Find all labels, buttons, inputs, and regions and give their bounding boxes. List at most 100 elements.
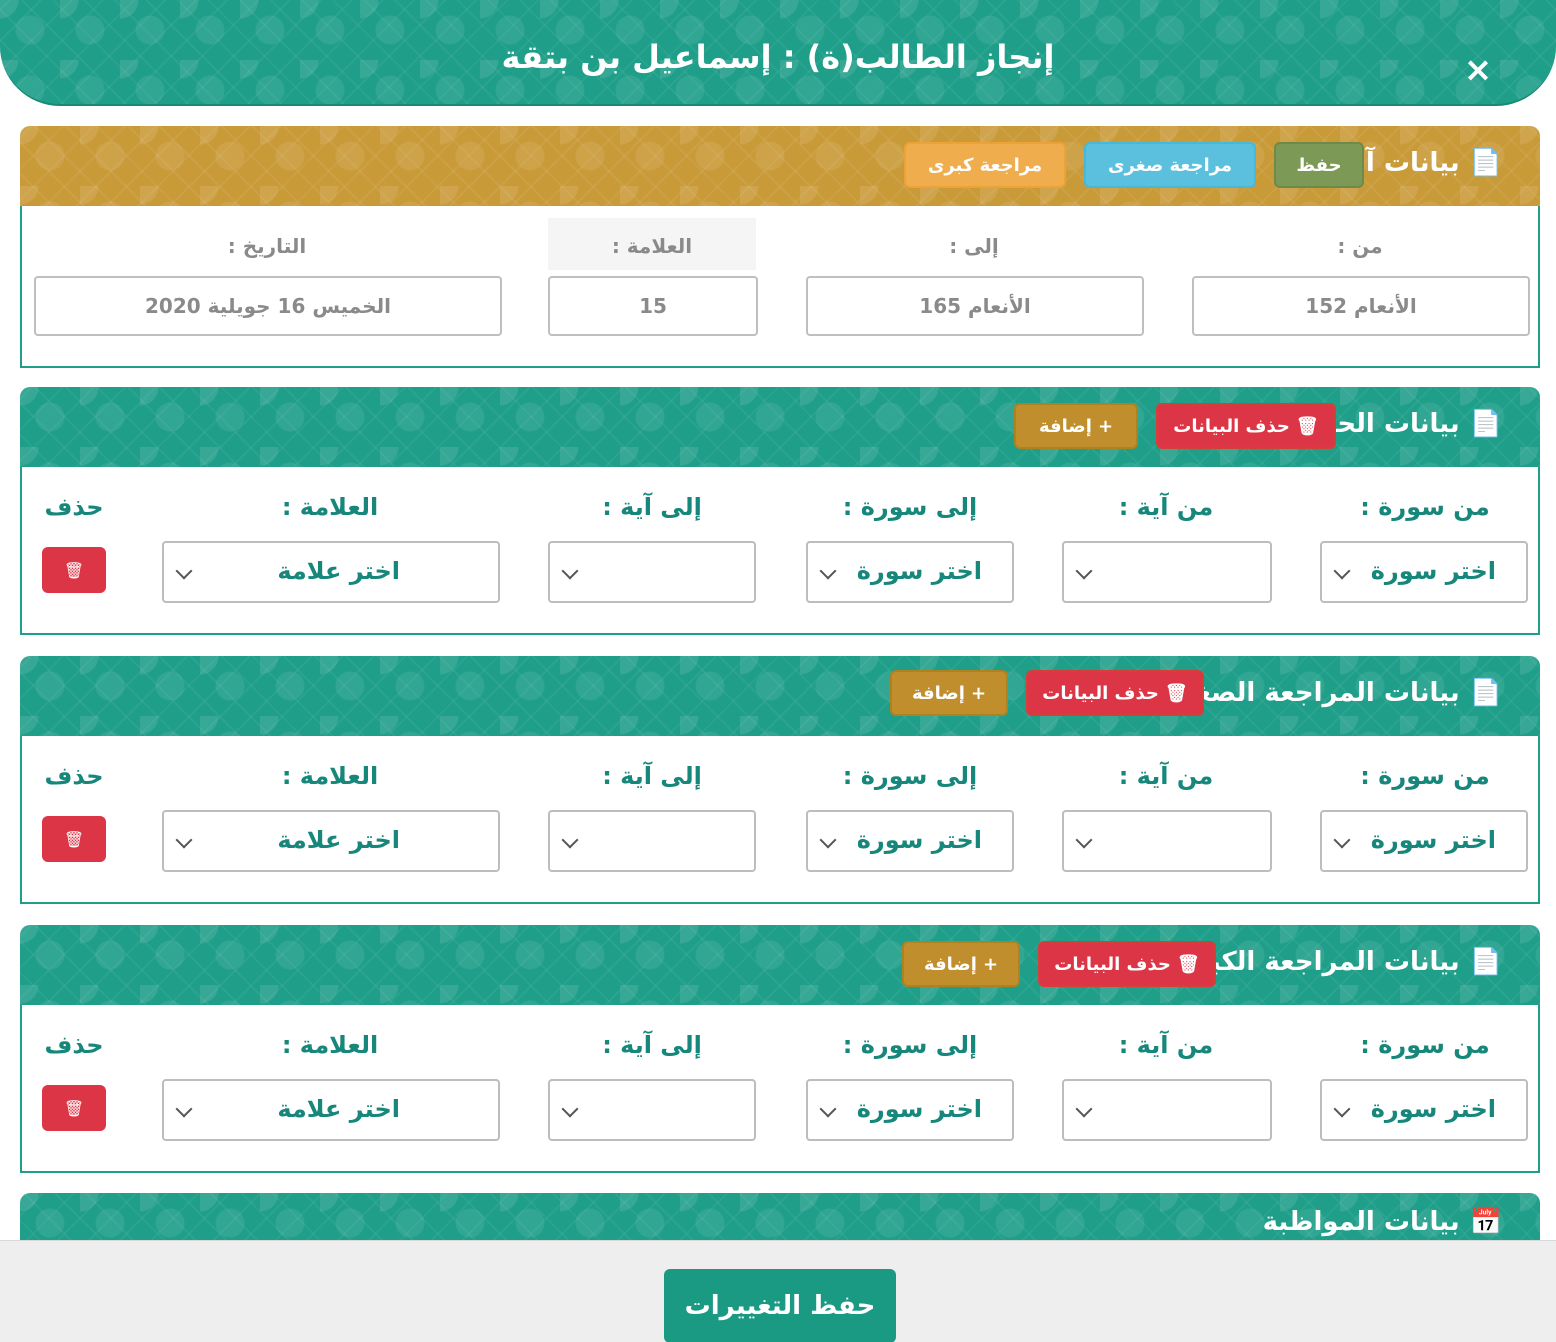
grade-select[interactable]: اختر علامة bbox=[162, 1079, 500, 1141]
trash-icon: 🗑 bbox=[63, 1098, 85, 1118]
to-sura-value: اختر سورة bbox=[856, 557, 982, 585]
trash-icon: 🗑 bbox=[63, 560, 85, 580]
modal-title: إنجاز الطالب(ة) : إسماعيل بن بتقة bbox=[501, 38, 1055, 76]
to-sura-select[interactable]: اختر سورة bbox=[806, 1079, 1014, 1141]
chevron-down-icon bbox=[819, 1100, 837, 1118]
hifz-header: 📄 بيانات الحفظ 🗑 حذف البيانات + إضافة bbox=[20, 387, 1540, 467]
grade-label: العلامة : bbox=[281, 762, 379, 790]
grade-select[interactable]: اختر علامة bbox=[162, 541, 500, 603]
chevron-down-icon bbox=[175, 831, 193, 849]
grade-select[interactable]: اختر علامة bbox=[162, 810, 500, 872]
to-sura-label: إلى سورة : bbox=[842, 1031, 978, 1059]
to-label: إلى : bbox=[949, 234, 999, 258]
minor-review-body: من سورة : من آية : إلى سورة : إلى آية : … bbox=[20, 736, 1540, 904]
to-sura-label: إلى سورة : bbox=[842, 762, 978, 790]
save-changes-button[interactable]: حفظ التغييرات bbox=[664, 1269, 896, 1342]
chevron-down-icon bbox=[1075, 1100, 1093, 1118]
from-sura-select[interactable]: اختر سورة bbox=[1320, 810, 1528, 872]
hifz-add-label: إضافة bbox=[1038, 415, 1092, 437]
plus-icon: + bbox=[982, 953, 999, 975]
minor-add-label: إضافة bbox=[911, 682, 965, 704]
trash-icon: 🗑 bbox=[1176, 953, 1200, 975]
from-label: من : bbox=[1337, 234, 1383, 258]
to-sura-label: إلى سورة : bbox=[842, 493, 978, 521]
grade-label: العلامة : bbox=[281, 493, 379, 521]
attendance-title: 📅 بيانات المواظبة bbox=[1263, 1207, 1502, 1237]
date-value: الخميس 16 جويلية 2020 bbox=[34, 276, 502, 336]
major-review-title: 📄 بيانات المراجعة الكبرى bbox=[1171, 947, 1502, 977]
to-sura-select[interactable]: اختر سورة bbox=[806, 810, 1014, 872]
from-sura-label: من سورة : bbox=[1360, 762, 1490, 790]
from-aya-select[interactable] bbox=[1062, 1079, 1272, 1141]
chevron-down-icon bbox=[1333, 562, 1351, 580]
delete-label: حذف bbox=[44, 1031, 104, 1059]
grade-value: اختر علامة bbox=[277, 557, 400, 585]
last-data-header: 📄 بيانات آخر : حفظ مراجعة صغرى مراجعة كب… bbox=[20, 126, 1540, 206]
minor-add-button[interactable]: + إضافة bbox=[890, 670, 1008, 716]
attendance-title-text: بيانات المواظبة bbox=[1262, 1207, 1460, 1237]
to-aya-label: إلى آية : bbox=[602, 493, 702, 521]
file-icon: 📄 bbox=[1469, 947, 1502, 977]
from-value: الأنعام 152 bbox=[1192, 276, 1530, 336]
hifz-button[interactable]: حفظ bbox=[1274, 142, 1364, 188]
last-data-section: 📄 بيانات آخر : حفظ مراجعة صغرى مراجعة كب… bbox=[20, 126, 1540, 368]
grade-value: اختر علامة bbox=[277, 826, 400, 854]
to-aya-label: إلى آية : bbox=[602, 762, 702, 790]
chevron-down-icon bbox=[1075, 831, 1093, 849]
chevron-down-icon bbox=[1333, 1100, 1351, 1118]
to-sura-value: اختر سورة bbox=[856, 1095, 982, 1123]
major-add-button[interactable]: + إضافة bbox=[902, 941, 1020, 987]
from-sura-value: اختر سورة bbox=[1370, 1095, 1496, 1123]
delete-row-button[interactable]: 🗑 bbox=[42, 816, 106, 862]
file-icon: 📄 bbox=[1469, 678, 1502, 708]
major-delete-data-label: حذف البيانات bbox=[1054, 953, 1171, 975]
plus-icon: + bbox=[1097, 415, 1114, 437]
hifz-add-button[interactable]: + إضافة bbox=[1014, 403, 1138, 449]
major-review-header: 📄 بيانات المراجعة الكبرى 🗑 حذف البيانات … bbox=[20, 925, 1540, 1005]
major-review-button[interactable]: مراجعة كبرى bbox=[904, 142, 1066, 188]
to-sura-select[interactable]: اختر سورة bbox=[806, 541, 1014, 603]
minor-review-header: 📄 بيانات المراجعة الصغرى 🗑 حذف البيانات … bbox=[20, 656, 1540, 736]
major-review-section: 📄 بيانات المراجعة الكبرى 🗑 حذف البيانات … bbox=[20, 925, 1540, 1173]
chevron-down-icon bbox=[561, 1100, 579, 1118]
major-add-label: إضافة bbox=[923, 953, 977, 975]
minor-review-button[interactable]: مراجعة صغرى bbox=[1084, 142, 1256, 188]
from-sura-select[interactable]: اختر سورة bbox=[1320, 1079, 1528, 1141]
close-icon[interactable]: × bbox=[1460, 52, 1496, 88]
hifz-delete-data-button[interactable]: 🗑 حذف البيانات bbox=[1156, 403, 1336, 449]
file-icon: 📄 bbox=[1469, 409, 1502, 439]
to-aya-label: إلى آية : bbox=[602, 1031, 702, 1059]
calendar-icon: 📅 bbox=[1469, 1207, 1502, 1237]
major-review-body: من سورة : من آية : إلى سورة : إلى آية : … bbox=[20, 1005, 1540, 1173]
trash-icon: 🗑 bbox=[63, 829, 85, 849]
from-sura-value: اختر سورة bbox=[1370, 826, 1496, 854]
chevron-down-icon bbox=[819, 831, 837, 849]
delete-label: حذف bbox=[44, 493, 104, 521]
from-aya-label: من آية : bbox=[1118, 1031, 1214, 1059]
delete-row-button[interactable]: 🗑 bbox=[42, 547, 106, 593]
from-sura-select[interactable]: اختر سورة bbox=[1320, 541, 1528, 603]
plus-icon: + bbox=[970, 682, 987, 704]
from-sura-label: من سورة : bbox=[1360, 1031, 1490, 1059]
to-aya-select[interactable] bbox=[548, 1079, 756, 1141]
to-aya-select[interactable] bbox=[548, 541, 756, 603]
hifz-body: من سورة : من آية : إلى سورة : إلى آية : … bbox=[20, 467, 1540, 635]
minor-review-title: 📄 بيانات المراجعة الصغرى bbox=[1156, 678, 1502, 708]
minor-delete-data-button[interactable]: 🗑 حذف البيانات bbox=[1026, 670, 1204, 716]
from-aya-select[interactable] bbox=[1062, 541, 1272, 603]
grade-value: 15 bbox=[548, 276, 758, 336]
date-label: التاريخ : bbox=[227, 234, 307, 258]
from-aya-label: من آية : bbox=[1118, 493, 1214, 521]
chevron-down-icon bbox=[561, 562, 579, 580]
last-data-body: من : إلى : العلامة : التاريخ : الأنعام 1… bbox=[20, 206, 1540, 368]
to-aya-select[interactable] bbox=[548, 810, 756, 872]
major-delete-data-button[interactable]: 🗑 حذف البيانات bbox=[1038, 941, 1216, 987]
hifz-section: 📄 بيانات الحفظ 🗑 حذف البيانات + إضافة من… bbox=[20, 387, 1540, 635]
chevron-down-icon bbox=[561, 831, 579, 849]
trash-icon: 🗑 bbox=[1295, 415, 1319, 437]
from-aya-label: من آية : bbox=[1118, 762, 1214, 790]
from-sura-value: اختر سورة bbox=[1370, 557, 1496, 585]
trash-icon: 🗑 bbox=[1164, 682, 1188, 704]
from-aya-select[interactable] bbox=[1062, 810, 1272, 872]
delete-row-button[interactable]: 🗑 bbox=[42, 1085, 106, 1131]
